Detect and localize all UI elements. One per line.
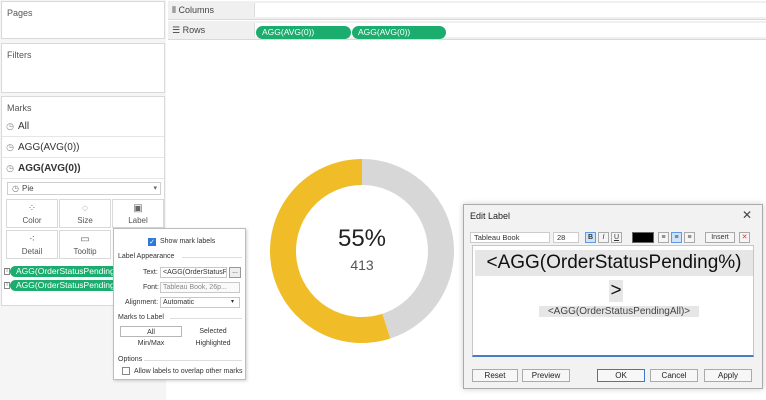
- color-icon: ⁘: [27, 202, 37, 214]
- show-mark-labels-checkbox[interactable]: ✓: [148, 238, 156, 246]
- pages-card: Pages: [1, 1, 165, 39]
- color-label: Color: [22, 215, 42, 225]
- clear-icon[interactable]: ✕: [739, 232, 750, 243]
- marks-row-label: AGG(AVG(0)): [18, 142, 80, 153]
- align-left-icon[interactable]: ≡: [658, 232, 669, 243]
- detail-icon: ⁖: [29, 233, 35, 245]
- label-editor[interactable]: <AGG(OrderStatusPending%) > <AGG(OrderSt…: [472, 245, 754, 357]
- label-pill-all[interactable]: AGG(OrderStatusPendingAll): [10, 280, 118, 291]
- sheet-icon: ◷: [6, 142, 14, 152]
- pages-title: Pages: [7, 8, 33, 18]
- size-label: Size: [77, 215, 93, 225]
- divider: [144, 360, 242, 361]
- marks-row-all[interactable]: ◷ All: [2, 117, 164, 137]
- text-field[interactable]: <AGG(OrderStatusP: [160, 267, 227, 278]
- rows-pill-2[interactable]: AGG(AVG(0)): [352, 26, 446, 39]
- label-label: Label: [128, 215, 148, 225]
- label-popup: ✓ Show mark labels Label Appearance Text…: [113, 228, 246, 380]
- sheet-icon: ◷: [6, 163, 14, 173]
- center-percent: 55%: [337, 225, 387, 252]
- label-appearance-header: Label Appearance: [118, 253, 175, 260]
- rows-pill-1[interactable]: AGG(AVG(0)): [256, 26, 351, 39]
- show-mark-labels-label: Show mark labels: [160, 238, 216, 245]
- dialog-title: Edit Label: [470, 211, 511, 221]
- edit-label-dialog: Edit Label ✕ Tableau Book 28 B I U ≡ ≡ ≡…: [463, 204, 763, 389]
- font-family-select[interactable]: Tableau Book: [470, 232, 550, 243]
- label-line-1: <AGG(OrderStatusPending%): [475, 250, 753, 276]
- columns-text: Columns: [178, 5, 214, 15]
- columns-label: ⦀ Columns: [172, 5, 214, 16]
- marks-row-label: AGG(AVG(0)): [18, 163, 81, 174]
- rows-label: ☰ Rows: [172, 25, 205, 36]
- sheet-icon: ◷: [6, 121, 14, 131]
- columns-icon: ⦀: [172, 5, 176, 15]
- text-label: Text:: [143, 269, 158, 276]
- color-button[interactable]: ⁘ Color: [6, 199, 58, 228]
- detail-label: Detail: [21, 246, 43, 256]
- filters-card: Filters: [1, 43, 165, 93]
- font-size-select[interactable]: 28: [553, 232, 579, 243]
- chevron-down-icon: ▾: [231, 299, 235, 305]
- font-label: Font:: [143, 284, 159, 291]
- marks-to-label-header: Marks to Label: [118, 314, 164, 321]
- divider: [182, 257, 242, 258]
- allow-overlap-checkbox[interactable]: [122, 367, 130, 375]
- align-center-icon[interactable]: ≡: [671, 232, 682, 243]
- ok-button[interactable]: OK: [597, 369, 645, 382]
- rows-text: Rows: [182, 25, 206, 35]
- cancel-button[interactable]: Cancel: [650, 369, 698, 382]
- preview-button[interactable]: Preview: [522, 369, 570, 382]
- rows-icon: ☰: [172, 25, 181, 35]
- reset-button[interactable]: Reset: [472, 369, 518, 382]
- center-count: 413: [350, 257, 374, 273]
- tooltip-icon: ▭: [80, 233, 90, 245]
- mark-type-dropdown[interactable]: ◷ Pie ▾: [7, 182, 161, 195]
- size-icon: ◌: [82, 202, 88, 214]
- underline-button[interactable]: U: [611, 232, 622, 243]
- mark-type-value: Pie: [21, 184, 34, 193]
- label-line-2: >: [609, 280, 623, 302]
- font-field[interactable]: Tableau Book, 26p...: [160, 282, 240, 293]
- size-button[interactable]: ◌ Size: [59, 199, 111, 228]
- marks-row-label: All: [18, 121, 30, 132]
- allow-overlap-label: Allow labels to overlap other marks: [134, 368, 243, 375]
- columns-drop-area[interactable]: [254, 3, 766, 17]
- label-line-3: <AGG(OrderStatusPendingAll)>: [539, 306, 699, 317]
- apply-button[interactable]: Apply: [704, 369, 752, 382]
- rows-shelf: ☰ Rows AGG(AVG(0)) AGG(AVG(0)): [168, 21, 766, 40]
- italic-button[interactable]: I: [598, 232, 609, 243]
- insert-button[interactable]: Insert: [705, 232, 735, 243]
- label-icon: ▣: [133, 202, 143, 214]
- alignment-label: Alignment:: [125, 299, 159, 306]
- marks-highlighted-option[interactable]: Highlighted: [182, 338, 244, 349]
- label-button[interactable]: ▣ Label: [112, 199, 164, 228]
- tooltip-label: Tooltip: [73, 246, 97, 256]
- marks-all-option[interactable]: All: [120, 326, 182, 337]
- divider: [170, 318, 242, 319]
- detail-button[interactable]: ⁖ Detail: [6, 230, 58, 259]
- label-pill-pending[interactable]: AGG(OrderStatusPending%): [10, 266, 118, 277]
- marks-minmax-option[interactable]: Min/Max: [120, 338, 182, 349]
- marks-selected-option[interactable]: Selected: [182, 326, 244, 337]
- rows-drop-area[interactable]: AGG(AVG(0)) AGG(AVG(0)): [254, 23, 766, 39]
- options-header: Options: [118, 356, 143, 363]
- filters-title: Filters: [7, 50, 32, 60]
- text-color-button[interactable]: [632, 232, 654, 243]
- pie-icon: ◷: [12, 184, 19, 193]
- marks-row-agg1[interactable]: ◷ AGG(AVG(0)): [2, 138, 164, 158]
- bold-button[interactable]: B: [585, 232, 596, 243]
- columns-shelf: ⦀ Columns: [168, 1, 766, 20]
- tooltip-button[interactable]: ▭ Tooltip: [59, 230, 111, 259]
- marks-title: Marks: [7, 103, 32, 113]
- text-edit-button[interactable]: ...: [229, 267, 241, 278]
- chevron-down-icon: ▾: [153, 185, 157, 192]
- close-icon[interactable]: ✕: [742, 208, 752, 222]
- alignment-select[interactable]: Automatic: [160, 297, 240, 308]
- align-right-icon[interactable]: ≡: [684, 232, 695, 243]
- marks-row-agg2[interactable]: ◷ AGG(AVG(0)): [2, 159, 164, 179]
